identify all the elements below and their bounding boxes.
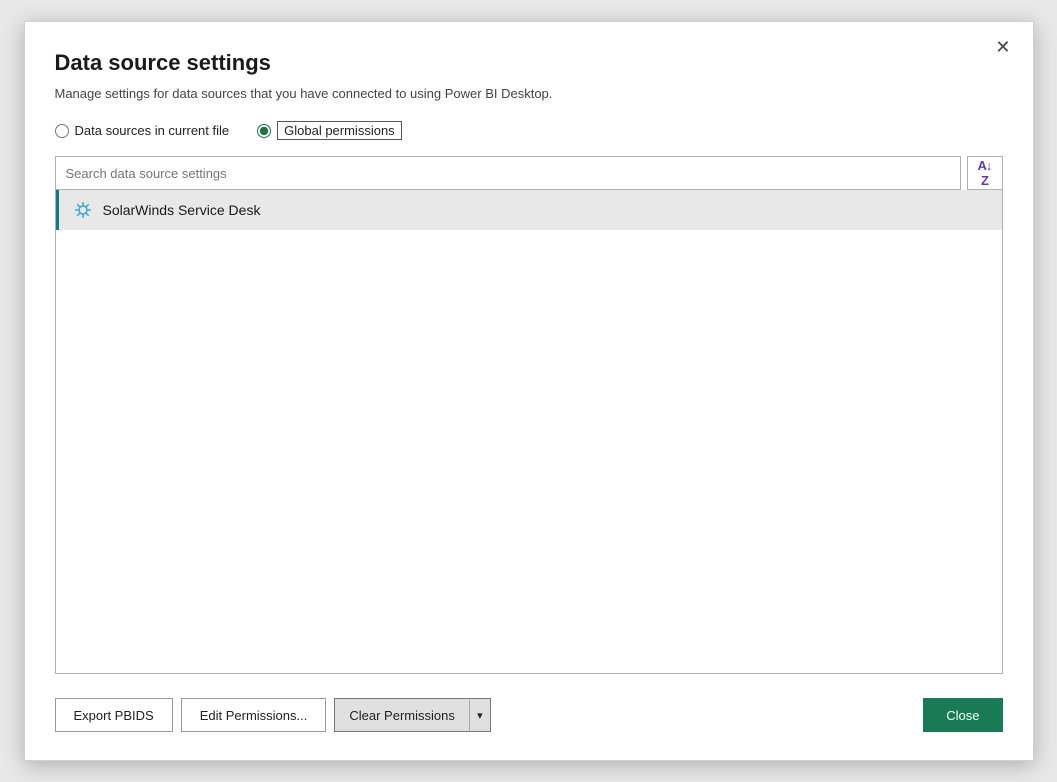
list-item[interactable]: SolarWinds Service Desk [56, 190, 1002, 230]
search-row: A↓Z [55, 156, 1003, 190]
clear-permissions-dropdown-button[interactable]: ▾ [469, 698, 491, 732]
radio-label-current-file: Data sources in current file [75, 123, 230, 138]
clear-permissions-split-button: Clear Permissions ▾ [334, 698, 490, 732]
data-source-list: SolarWinds Service Desk [55, 190, 1003, 674]
sort-icon: A↓Z [978, 158, 992, 188]
left-buttons: Export PBIDS Edit Permissions... Clear P… [55, 698, 491, 732]
radio-global-permissions[interactable]: Global permissions [257, 121, 402, 140]
data-source-settings-dialog: ✕ Data source settings Manage settings f… [24, 21, 1034, 761]
clear-permissions-button[interactable]: Clear Permissions [334, 698, 468, 732]
dialog-title: Data source settings [55, 50, 1003, 76]
dialog-description: Manage settings for data sources that yo… [55, 86, 1003, 101]
sort-button[interactable]: A↓Z [967, 156, 1003, 190]
search-input[interactable] [55, 156, 961, 190]
radio-current-file[interactable]: Data sources in current file [55, 123, 230, 138]
close-icon-button[interactable]: ✕ [989, 36, 1016, 58]
radio-group: Data sources in current file Global perm… [55, 121, 1003, 140]
radio-input-global-permissions[interactable] [257, 124, 271, 138]
radio-label-global-permissions: Global permissions [277, 121, 402, 140]
edit-permissions-button[interactable]: Edit Permissions... [181, 698, 327, 732]
dialog-overlay: ✕ Data source settings Manage settings f… [0, 0, 1057, 782]
list-item-name: SolarWinds Service Desk [103, 202, 261, 218]
bottom-actions: Export PBIDS Edit Permissions... Clear P… [55, 698, 1003, 732]
export-pbids-button[interactable]: Export PBIDS [55, 698, 173, 732]
close-button[interactable]: Close [923, 698, 1002, 732]
connector-icon [73, 200, 93, 220]
radio-input-current-file[interactable] [55, 124, 69, 138]
